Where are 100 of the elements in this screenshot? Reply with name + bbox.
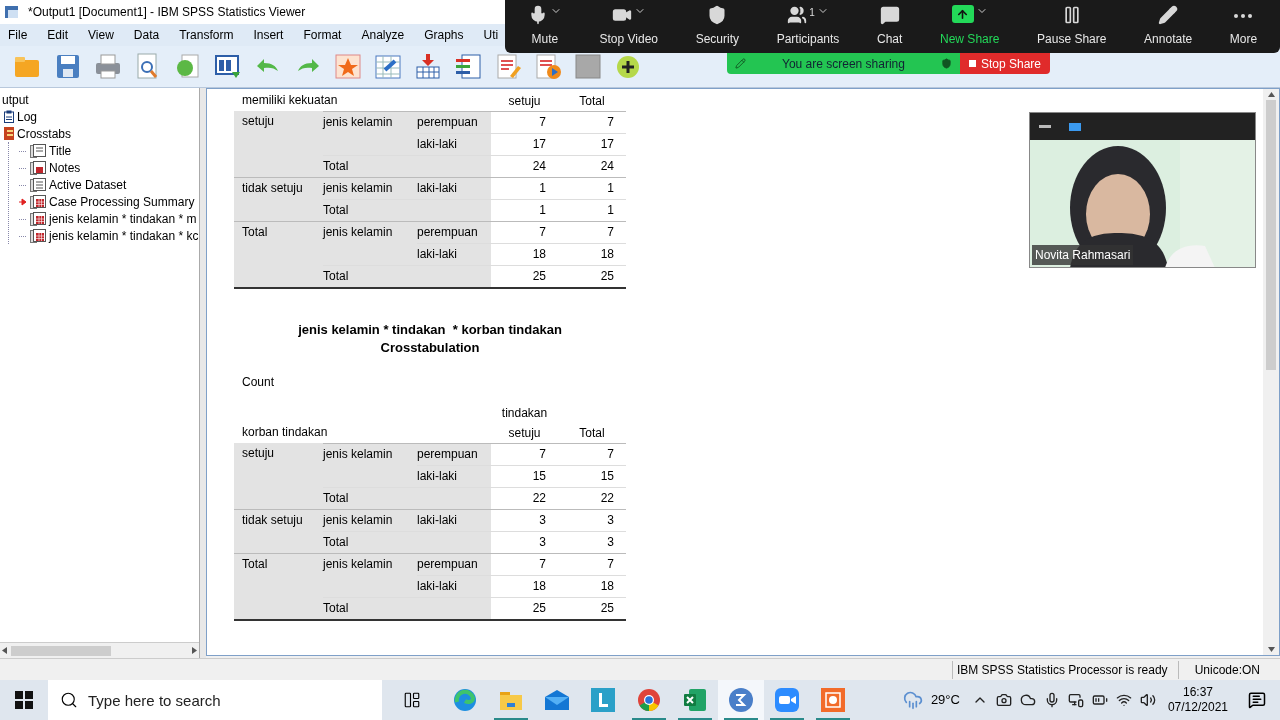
column-header: Total	[579, 93, 605, 110]
row-label-cell: jenis kelamin	[323, 553, 417, 575]
camera-icon[interactable]	[995, 692, 1012, 708]
scrollbar-thumb[interactable]	[1266, 100, 1276, 370]
meeting-toolbar-button[interactable]: Stop Video	[595, 5, 662, 48]
row-label-cell: Total	[323, 531, 417, 553]
row-label-cell: tidak setuju	[234, 509, 323, 531]
taskbar-button[interactable]	[718, 680, 764, 720]
participant-count: 1	[809, 6, 815, 20]
menu-item[interactable]: View	[84, 26, 118, 44]
row-header: korban tindakan	[242, 424, 328, 441]
row-label-cell: laki-laki	[417, 465, 491, 487]
menu-item[interactable]: Analyze	[357, 26, 409, 44]
book-icon	[4, 127, 14, 140]
app-icon[interactable]	[591, 688, 615, 712]
clock-date[interactable]: 07/12/2021	[1167, 700, 1228, 715]
clock-time[interactable]: 16:37	[1182, 685, 1213, 700]
scroll-up-icon[interactable]	[1267, 92, 1275, 97]
title-page-icon	[30, 143, 46, 158]
spreadsheet-icon[interactable]	[683, 688, 707, 712]
status-encoding: Unicode:ON	[1177, 660, 1260, 679]
star-icon[interactable]	[333, 51, 363, 82]
table-lines-icon[interactable]	[453, 51, 483, 82]
horizontal-scrollbar[interactable]	[0, 642, 199, 658]
status-message: IBM SPSS Statistics Processor is ready	[951, 660, 1168, 679]
pencil-icon	[735, 58, 746, 69]
stop-share-button[interactable]: Stop Share	[960, 53, 1050, 74]
scroll-right-icon[interactable]	[192, 647, 197, 654]
outline-item[interactable]: jenis kelamin * tindakan * kc	[49, 226, 199, 245]
table-title: jenis kelamin * tindakan * korban tindakan	[298, 321, 562, 339]
meeting-toolbar-button[interactable]: Pause Share	[1033, 5, 1111, 48]
cloud-icon[interactable]	[1019, 692, 1036, 708]
outline-item[interactable]: Log	[17, 107, 38, 126]
outline-item[interactable]: Case Processing Summary	[49, 192, 195, 211]
browser-icon[interactable]	[637, 688, 661, 712]
outline-item[interactable]: Title	[49, 141, 72, 160]
row-label-cell: laki-laki	[417, 509, 491, 531]
recorder-icon[interactable]	[821, 688, 845, 712]
vertical-scrollbar[interactable]	[1263, 89, 1279, 655]
statistics-app-icon[interactable]	[728, 687, 754, 713]
menu-item[interactable]: Format	[299, 26, 346, 44]
column-header: setuju	[508, 93, 541, 110]
row-label-cell: jenis kelamin	[323, 177, 417, 199]
shield-icon	[941, 58, 952, 69]
meeting-toolbar-button[interactable]: More	[1225, 5, 1262, 48]
temperature[interactable]: 29°C	[930, 690, 960, 710]
row-label-cell: laki-laki	[417, 133, 491, 155]
notifications-icon[interactable]	[1248, 691, 1266, 709]
browser-icon[interactable]	[453, 688, 477, 712]
battery-icon[interactable]	[1091, 692, 1108, 708]
video-call-icon[interactable]	[775, 688, 799, 712]
more-icon	[1234, 14, 1253, 18]
start-icon[interactable]	[15, 691, 33, 709]
row-label-cell: jenis kelamin	[323, 221, 417, 243]
menu-item[interactable]: Data	[129, 26, 164, 44]
table-title: Crosstabulation	[380, 339, 480, 357]
menu-item[interactable]: Uti	[479, 26, 503, 44]
folder-icon[interactable]	[499, 689, 523, 711]
menu-item[interactable]: Edit	[43, 26, 73, 44]
document-play-icon[interactable]	[533, 51, 563, 82]
scrollbar-thumb[interactable]	[11, 645, 111, 656]
search-icon	[60, 691, 78, 709]
menu-item[interactable]: Transform	[175, 26, 238, 44]
meeting-toolbar-button[interactable]: Security	[691, 5, 743, 48]
row-label-cell: perempuan	[417, 443, 491, 465]
weather-icon[interactable]	[902, 690, 923, 710]
mail-icon[interactable]	[544, 689, 570, 711]
table-insert-icon[interactable]	[413, 51, 443, 82]
row-label-cell: Total	[323, 155, 417, 177]
view-icon[interactable]	[1069, 122, 1081, 131]
outline-item[interactable]: jenis kelamin * tindakan * m	[49, 209, 197, 228]
table-page-icon	[30, 194, 46, 209]
menu-item[interactable]: Graphs	[420, 26, 468, 44]
row-label-cell: Total	[323, 265, 417, 287]
meeting-toolbar-button[interactable]: New Share	[936, 5, 1004, 48]
menu-item[interactable]: Insert	[249, 26, 288, 44]
table-caption: Count	[241, 374, 275, 391]
scroll-down-icon[interactable]	[1267, 647, 1275, 652]
scroll-left-icon[interactable]	[2, 647, 7, 654]
column-header: Total	[579, 425, 605, 442]
row-label-cell: Total	[323, 487, 417, 509]
outline-item[interactable]: Notes	[49, 158, 81, 177]
search-field[interactable]: Type here to search	[48, 680, 382, 720]
row-label-cell: jenis kelamin	[323, 509, 417, 531]
meeting-toolbar-button[interactable]: Annotate	[1140, 5, 1197, 48]
outline-item[interactable]: Active Dataset	[49, 175, 127, 194]
meeting-toolbar-button[interactable]: 1 Participants	[772, 5, 844, 48]
display-icon[interactable]	[1067, 692, 1084, 708]
volume-icon[interactable]	[1139, 692, 1156, 708]
arrow-up-icon	[956, 7, 970, 21]
outline-item[interactable]: Crosstabs	[17, 124, 72, 143]
menu-item[interactable]: File	[4, 26, 32, 44]
task-view-icon[interactable]	[403, 691, 421, 709]
meeting-toolbar-button[interactable]: Chat	[873, 5, 907, 48]
row-label-cell: Total	[323, 199, 417, 221]
outline-root[interactable]: utput	[0, 91, 199, 108]
row-header: memiliki kekuatan	[242, 92, 338, 109]
print-icon[interactable]	[93, 51, 123, 82]
wifi-icon[interactable]	[1115, 692, 1132, 708]
meeting-toolbar-button[interactable]: Mute	[523, 5, 566, 48]
